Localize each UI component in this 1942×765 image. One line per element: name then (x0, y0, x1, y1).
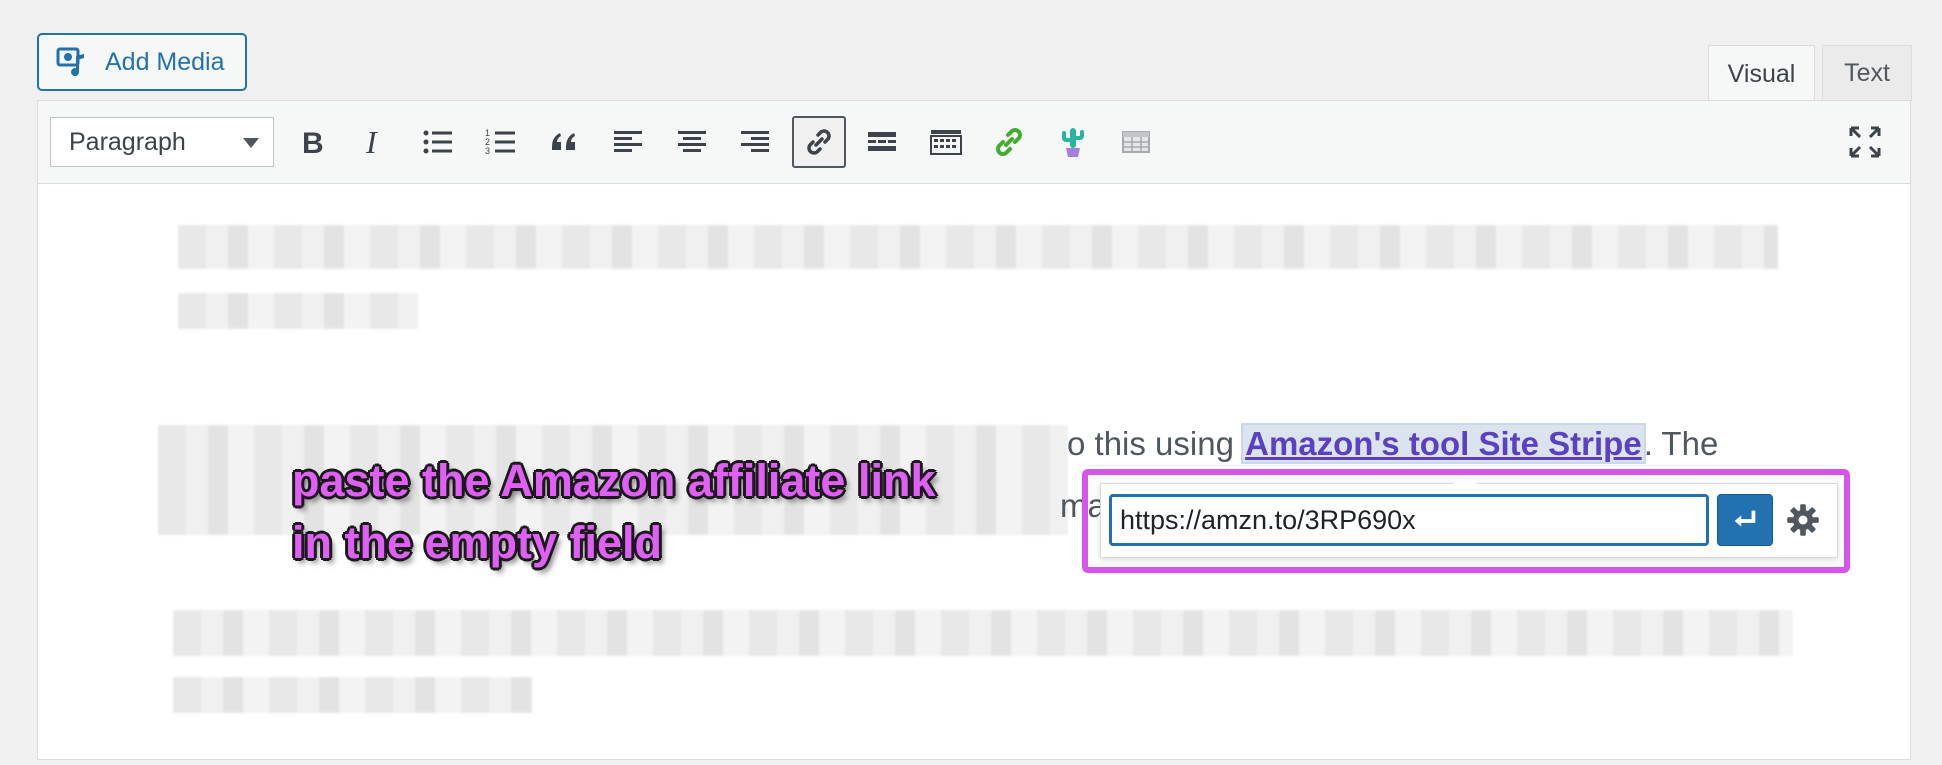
paragraph-text: o this using Amazon's tool Site Stripe. … (1067, 423, 1719, 464)
selected-link-text[interactable]: Amazon's tool Site Stripe (1241, 423, 1646, 464)
cactus-button[interactable] (1046, 116, 1100, 168)
toolbar-toggle-icon (930, 130, 962, 155)
blockquote-button[interactable] (538, 116, 592, 168)
affiliate-link-button[interactable] (982, 116, 1036, 168)
svg-text:B: B (302, 127, 324, 159)
fullscreen-icon (1849, 126, 1881, 158)
link-icon (807, 129, 831, 155)
fullscreen-button[interactable] (1838, 116, 1892, 168)
blurred-text (178, 225, 1778, 269)
editor-toolbar: Paragraph B I 1 2 3 (38, 101, 1910, 184)
blurred-text (173, 610, 1793, 656)
cactus-icon (1062, 128, 1084, 157)
highlight-frame (1082, 469, 1850, 573)
italic-icon: I (365, 125, 378, 159)
align-center-icon (678, 131, 706, 152)
add-media-icon (56, 47, 84, 77)
align-right-button[interactable] (728, 116, 782, 168)
annotation-line-1: paste the Amazon affiliate link (292, 455, 936, 506)
tab-visual[interactable]: Visual (1708, 45, 1815, 102)
numbered-list-icon: 1 2 3 (485, 128, 515, 156)
link-button[interactable] (792, 116, 846, 168)
annotation-line-2: in the empty field (292, 517, 663, 568)
svg-text:I: I (365, 125, 378, 159)
format-select-value: Paragraph (69, 127, 186, 156)
bulleted-list-icon (423, 130, 452, 154)
chevron-down-icon (243, 138, 259, 148)
bold-icon: B (302, 127, 324, 159)
bold-button[interactable]: B (284, 116, 338, 168)
table-button[interactable] (1109, 116, 1163, 168)
table-icon (1122, 131, 1150, 153)
tab-text[interactable]: Text (1822, 45, 1912, 101)
align-center-button[interactable] (665, 116, 719, 168)
bulleted-list-button[interactable] (411, 116, 465, 168)
blockquote-icon (552, 133, 575, 150)
format-select[interactable]: Paragraph (50, 117, 274, 167)
align-right-icon (741, 131, 769, 152)
italic-button[interactable]: I (347, 116, 401, 168)
annotation-text: paste the Amazon affiliate link in the e… (292, 450, 935, 574)
align-left-button[interactable] (601, 116, 655, 168)
text-after-link: . The (1643, 425, 1719, 462)
read-more-icon (868, 132, 896, 151)
text-before-link: o this using (1067, 425, 1244, 462)
numbered-list-button[interactable]: 1 2 3 (474, 116, 528, 168)
blurred-text (178, 293, 418, 329)
affiliate-link-icon (996, 128, 1022, 156)
add-media-button[interactable]: Add Media (37, 33, 247, 91)
read-more-button[interactable] (855, 116, 909, 168)
blurred-text (173, 677, 533, 713)
add-media-label: Add Media (105, 47, 225, 76)
toolbar-toggle-button[interactable] (919, 116, 973, 168)
align-left-icon (614, 131, 642, 152)
svg-text:3: 3 (485, 146, 490, 156)
